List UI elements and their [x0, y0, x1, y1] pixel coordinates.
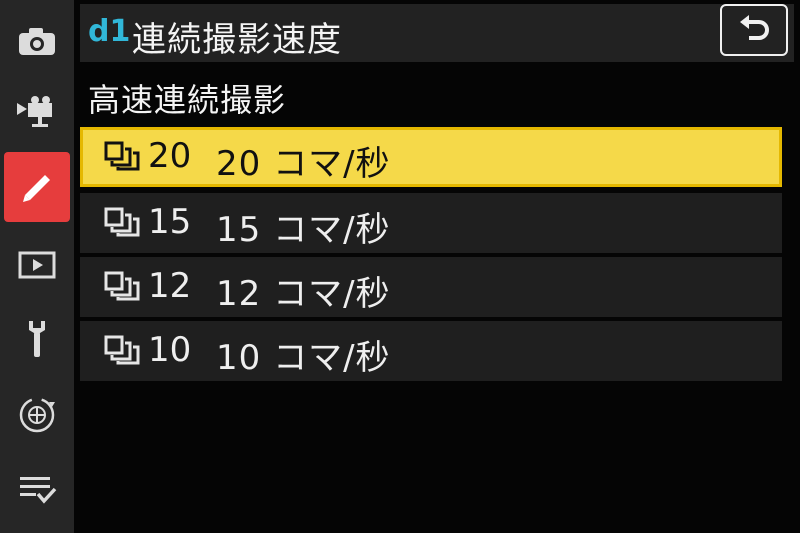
option-label: 12 コマ/秒 — [216, 274, 391, 314]
option-label: 20 コマ/秒 — [216, 144, 391, 184]
option-label: 15 コマ/秒 — [216, 210, 391, 250]
sidebar-item-my-menu[interactable] — [4, 454, 70, 524]
burst-mode-icon — [104, 335, 140, 365]
option-fps-code: 20 — [148, 136, 192, 176]
option-fps-code: 15 — [148, 202, 192, 242]
option-fps-code: 12 — [148, 266, 192, 306]
burst-mode-icon — [104, 271, 140, 301]
section-subtitle: 高速連続撮影 — [88, 81, 287, 119]
sidebar-item-network[interactable] — [4, 380, 70, 450]
movie-camera-icon — [17, 96, 52, 127]
sidebar-item-setup[interactable] — [4, 304, 70, 374]
sidebar-item-custom-settings[interactable] — [4, 152, 70, 222]
sidebar-item-photo-shooting[interactable] — [4, 6, 70, 76]
playback-icon — [18, 251, 56, 279]
menu-code: d1 — [88, 14, 131, 49]
option-fps-code: 10 — [148, 330, 192, 370]
menu-header: d1 連続撮影速度 — [80, 4, 794, 62]
option-row-15fps[interactable]: 15 15 コマ/秒 — [80, 193, 782, 253]
option-row-20fps[interactable]: 20 20 コマ/秒 — [80, 127, 782, 187]
sidebar-item-playback[interactable] — [4, 230, 70, 300]
pencil-icon — [23, 175, 50, 202]
wrench-icon — [29, 321, 45, 357]
option-row-12fps[interactable]: 12 12 コマ/秒 — [80, 257, 782, 317]
sidebar-item-movie-shooting[interactable] — [4, 78, 70, 148]
burst-mode-icon — [104, 207, 140, 237]
back-arrow-icon — [740, 15, 769, 40]
back-button[interactable] — [720, 4, 788, 56]
my-menu-icon — [20, 477, 57, 504]
sidebar — [0, 0, 74, 533]
option-row-10fps[interactable]: 10 10 コマ/秒 — [80, 321, 782, 381]
network-icon — [19, 397, 55, 433]
page-title: 連続撮影速度 — [132, 20, 342, 60]
option-label: 10 コマ/秒 — [216, 338, 391, 378]
burst-mode-icon — [104, 141, 140, 171]
camera-icon — [19, 28, 55, 55]
